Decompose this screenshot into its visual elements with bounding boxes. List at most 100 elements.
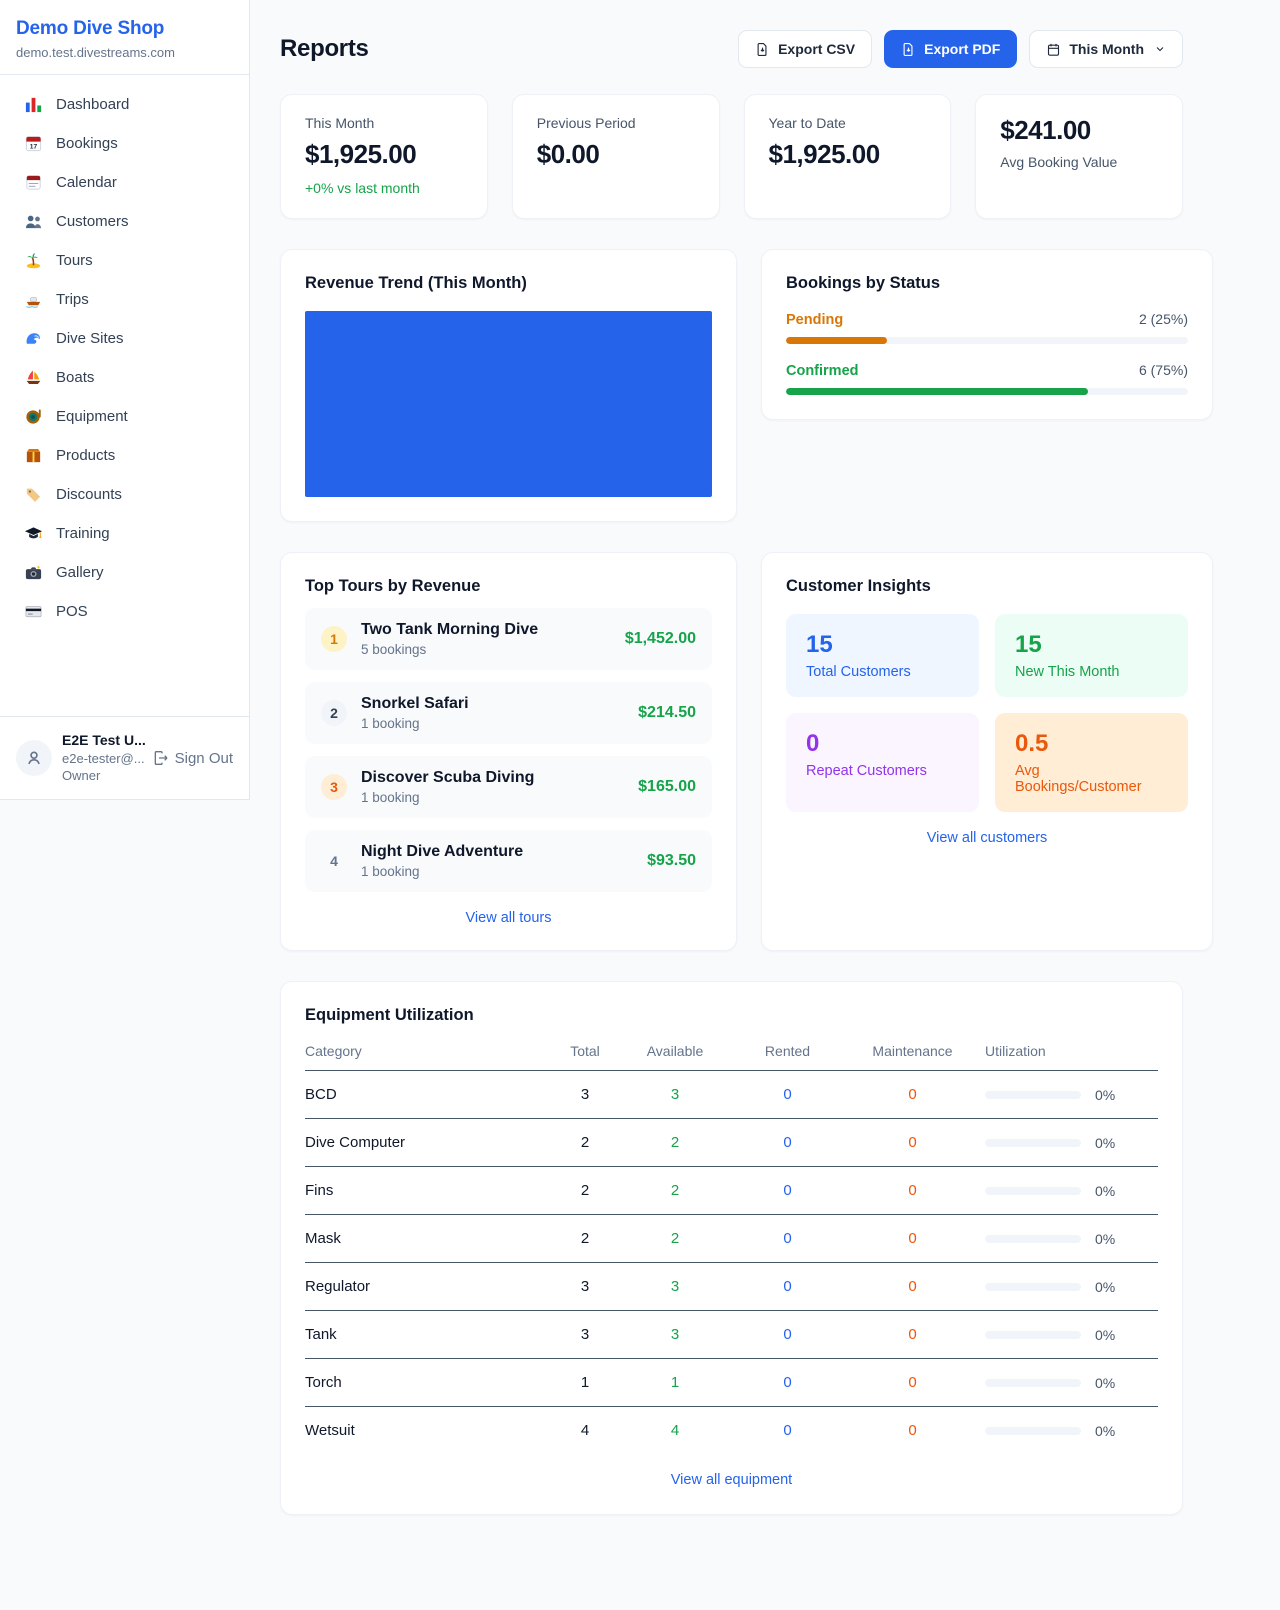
revenue-trend-bar <box>305 311 712 497</box>
cell-utilization: 0% <box>985 1423 1158 1439</box>
cell-total: 3 <box>555 1086 615 1103</box>
sidebar-item-label: Equipment <box>56 408 128 425</box>
equipment-mask-icon <box>24 407 43 426</box>
stat-value: $241.00 <box>1000 115 1158 146</box>
sidebar-item-tours[interactable]: Tours <box>0 241 249 280</box>
tour-bookings: 1 booking <box>361 716 469 731</box>
view-all-customers-link[interactable]: View all customers <box>786 830 1188 846</box>
period-dropdown[interactable]: This Month <box>1029 30 1183 68</box>
sidebar-user-section: E2E Test U... e2e-tester@... Owner Sign … <box>0 716 249 799</box>
tour-amount: $93.50 <box>647 852 696 870</box>
status-label: Confirmed <box>786 363 859 379</box>
sidebar-item-dive-sites[interactable]: Dive Sites <box>0 319 249 358</box>
sidebar-item-label: Training <box>56 525 110 542</box>
customer-insights-card: Customer Insights 15 Total Customers 15 … <box>761 552 1213 951</box>
sidebar-item-pos[interactable]: POS <box>0 592 249 631</box>
sidebar-item-training[interactable]: Training <box>0 514 249 553</box>
top-tours-card: Top Tours by Revenue 1 Two Tank Morning … <box>280 552 737 951</box>
sidebar-item-customers[interactable]: Customers <box>0 202 249 241</box>
tour-amount: $1,452.00 <box>625 630 696 648</box>
revenue-trend-title: Revenue Trend (This Month) <box>305 274 712 293</box>
utilization-percent: 0% <box>1095 1087 1115 1103</box>
trips-boat-icon <box>24 290 43 309</box>
cell-available: 4 <box>615 1422 735 1439</box>
calendar-icon <box>1046 42 1061 57</box>
stat-label: Avg Booking Value <box>1000 154 1158 170</box>
calendar-pad-icon <box>24 173 43 192</box>
col-available: Available <box>615 1043 735 1059</box>
cell-total: 4 <box>555 1422 615 1439</box>
main-content: Reports Export CSV Export PDF This Month <box>250 0 1213 1515</box>
cell-maintenance: 0 <box>840 1278 985 1295</box>
stat-label: Year to Date <box>769 115 927 131</box>
stat-label: This Month <box>305 115 463 131</box>
tile-total-customers: 15 Total Customers <box>786 614 979 697</box>
sidebar-item-calendar[interactable]: Calendar <box>0 163 249 202</box>
cell-maintenance: 0 <box>840 1326 985 1343</box>
sidebar-item-gallery[interactable]: Gallery <box>0 553 249 592</box>
discounts-tag-icon <box>24 485 43 504</box>
rank-badge: 2 <box>321 700 347 726</box>
sidebar-item-label: Calendar <box>56 174 117 191</box>
sidebar-item-label: Customers <box>56 213 129 230</box>
user-name: E2E Test U... <box>62 731 143 750</box>
tile-label: Total Customers <box>806 664 959 680</box>
sidebar-item-equipment[interactable]: Equipment <box>0 397 249 436</box>
status-label: Pending <box>786 312 843 328</box>
rank-badge: 4 <box>321 848 347 874</box>
revenue-trend-card: Revenue Trend (This Month) <box>280 249 737 522</box>
avatar <box>16 740 52 776</box>
equipment-utilization-card: Equipment Utilization Category Total Ava… <box>280 981 1183 1515</box>
cell-maintenance: 0 <box>840 1422 985 1439</box>
sidebar-item-trips[interactable]: Trips <box>0 280 249 319</box>
cell-category: Dive Computer <box>305 1134 555 1151</box>
cell-category: Regulator <box>305 1278 555 1295</box>
view-all-tours-link[interactable]: View all tours <box>305 910 712 926</box>
stats-row: This Month $1,925.00 +0% vs last month P… <box>280 94 1183 219</box>
sidebar-item-bookings[interactable]: 17 Bookings <box>0 124 249 163</box>
cell-maintenance: 0 <box>840 1134 985 1151</box>
pos-card-icon <box>24 602 43 621</box>
stat-card-this-month: This Month $1,925.00 +0% vs last month <box>280 94 488 219</box>
customers-icon <box>24 212 43 231</box>
cell-rented: 0 <box>735 1326 840 1343</box>
rank-badge: 1 <box>321 626 347 652</box>
equipment-table-header: Category Total Available Rented Maintena… <box>305 1043 1158 1071</box>
rank-badge: 3 <box>321 774 347 800</box>
products-box-icon <box>24 446 43 465</box>
sidebar-item-label: Boats <box>56 369 94 386</box>
sidebar-item-dashboard[interactable]: Dashboard <box>0 85 249 124</box>
stat-value: $1,925.00 <box>305 139 463 170</box>
stat-card-year-to-date: Year to Date $1,925.00 <box>744 94 952 219</box>
sidebar-item-label: Discounts <box>56 486 122 503</box>
export-csv-button[interactable]: Export CSV <box>738 30 872 68</box>
utilization-percent: 0% <box>1095 1375 1115 1391</box>
tour-amount: $165.00 <box>638 778 696 796</box>
table-row: Dive Computer 2 2 0 0 0% <box>305 1119 1158 1167</box>
tours-island-icon <box>24 251 43 270</box>
stat-label: Previous Period <box>537 115 695 131</box>
cell-maintenance: 0 <box>840 1086 985 1103</box>
sidebar-item-discounts[interactable]: Discounts <box>0 475 249 514</box>
cell-total: 2 <box>555 1134 615 1151</box>
equipment-utilization-title: Equipment Utilization <box>305 1006 1158 1025</box>
sign-out-button[interactable]: Sign Out <box>153 750 233 767</box>
sidebar-item-label: Products <box>56 447 115 464</box>
cell-maintenance: 0 <box>840 1374 985 1391</box>
view-all-equipment-link[interactable]: View all equipment <box>305 1472 1158 1488</box>
export-pdf-button[interactable]: Export PDF <box>884 30 1017 68</box>
table-row: BCD 3 3 0 0 0% <box>305 1071 1158 1119</box>
tour-row: 2 Snorkel Safari 1 booking $214.50 <box>305 682 712 744</box>
sidebar-item-boats[interactable]: Boats <box>0 358 249 397</box>
sidebar-item-products[interactable]: Products <box>0 436 249 475</box>
table-row: Tank 3 3 0 0 0% <box>305 1311 1158 1359</box>
cell-utilization: 0% <box>985 1279 1158 1295</box>
cell-utilization: 0% <box>985 1327 1158 1343</box>
status-count: 2 (25%) <box>1139 311 1188 327</box>
dive-sites-wave-icon <box>24 329 43 348</box>
utilization-bar <box>985 1427 1081 1435</box>
cell-available: 3 <box>615 1326 735 1343</box>
cell-category: Fins <box>305 1182 555 1199</box>
cell-total: 1 <box>555 1374 615 1391</box>
insights-row: Top Tours by Revenue 1 Two Tank Morning … <box>280 552 1183 951</box>
